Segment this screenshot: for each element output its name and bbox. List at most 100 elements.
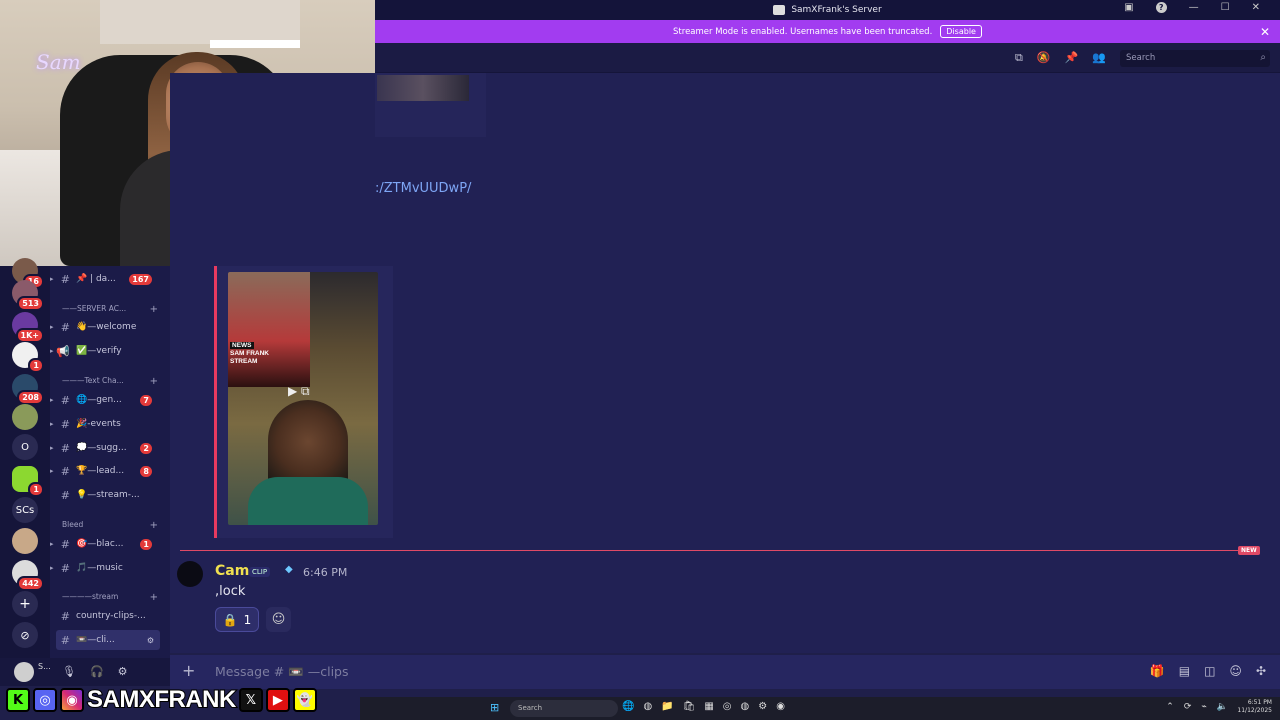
gift-icon[interactable]: 🎁 <box>1150 664 1165 678</box>
help-icon[interactable]: ? <box>1155 2 1167 13</box>
channel-item[interactable]: ▸ 📢 ✅—verify <box>50 341 166 361</box>
channel-item[interactable]: ▸ # 💭—sugg... 2 <box>50 438 166 458</box>
channel-item[interactable]: ▸ # 📌 | da... 167 <box>50 269 166 289</box>
clock-time: 6:51 PM <box>1247 699 1272 706</box>
server-icon-o[interactable]: O <box>12 434 38 460</box>
channel-item[interactable]: ▸ # 👋—welcome <box>50 317 166 337</box>
close-icon[interactable]: ✕ <box>1260 25 1270 39</box>
video-title-line2: STREAM <box>230 358 258 365</box>
apps-icon[interactable]: ✣ <box>1256 664 1266 678</box>
network-icon[interactable]: ⌁ <box>1201 702 1206 712</box>
server-icon-8[interactable]: 1 <box>12 466 44 497</box>
channel-item[interactable]: ▸ # 🌐—gen... 7 <box>50 390 166 410</box>
obs-icon[interactable]: ◉ <box>776 701 785 712</box>
plus-icon[interactable]: + <box>182 661 195 680</box>
screen-icon[interactable]: ▣ <box>1124 2 1133 13</box>
category-header[interactable]: ————stream + <box>62 592 158 603</box>
server-icon <box>773 5 786 15</box>
server-icon-10[interactable] <box>12 528 38 554</box>
microphone-icon[interactable]: 🎙 <box>62 665 76 678</box>
gear-icon[interactable]: ⚙ <box>118 665 128 678</box>
app-icon[interactable]: ▦ <box>704 701 713 712</box>
minimize-button[interactable]: — <box>1189 2 1199 13</box>
search-input[interactable]: Search ⌕ <box>1120 50 1270 67</box>
mute-bell-icon[interactable]: 🔕 <box>1037 51 1051 65</box>
server-icon-5[interactable]: 208 <box>12 374 44 405</box>
add-reaction-button[interactable]: ☺ <box>266 607 291 632</box>
streamer-message: Streamer Mode is enabled. Usernames have… <box>673 26 933 37</box>
server-list: 16 513 1K+ 1 208 O 1 SCs 442 + ⊘ <box>0 258 50 686</box>
stream-overlay-bar: K ◎ ◉ SAMXFRANK 𝕏 ▶ 👻 <box>0 686 360 714</box>
server-icon-11[interactable]: 442 <box>12 560 44 591</box>
reaction-count: 1 <box>243 612 252 627</box>
kick-icon: K <box>6 688 30 712</box>
chrome-active-icon[interactable]: ◍ <box>741 701 750 712</box>
headphones-icon[interactable]: 🎧 <box>90 665 104 678</box>
members-icon[interactable]: 👥 <box>1092 51 1106 65</box>
store-icon[interactable]: 🛍 <box>683 701 696 712</box>
reaction-lock[interactable]: 🔒 1 <box>215 607 259 632</box>
new-messages-divider <box>180 550 1244 551</box>
windows-taskbar: ⊞ Search 🌐 ◍ 📁 🛍 ▦ ◎ ◍ ⚙ ◉ ⌃ ⟳ ⌁ 🔈 6:51 … <box>360 697 1280 720</box>
channel-item[interactable]: # 💡—stream-... <box>50 485 166 505</box>
message-input[interactable]: Message # 📼 —clips <box>215 664 349 680</box>
chrome-icon[interactable]: ◍ <box>643 701 652 712</box>
clan-tag[interactable]: CLIP <box>249 567 271 577</box>
instagram-icon: ◉ <box>60 688 84 712</box>
close-button[interactable]: ✕ <box>1252 2 1260 13</box>
emoji-icon[interactable]: ☺ <box>1229 664 1242 678</box>
channel-item[interactable]: # country-clips-... <box>50 606 166 626</box>
discord-taskbar-icon[interactable]: ◎ <box>723 701 732 712</box>
start-icon[interactable]: ⊞ <box>490 701 499 714</box>
avatar[interactable] <box>177 561 203 587</box>
channel-item[interactable]: ▸ # 🎯—blac... 1 <box>50 534 166 554</box>
streamer-mode-banner: Streamer Mode is enabled. Usernames have… <box>375 20 1280 43</box>
lock-icon: 🔒 <box>222 612 238 627</box>
server-icon-6[interactable] <box>12 404 38 430</box>
tray-chevron-icon[interactable]: ⌃ <box>1166 702 1174 712</box>
edge-icon[interactable]: 🌐 <box>622 701 634 712</box>
server-icon-scs[interactable]: SCs <box>12 497 38 523</box>
server-icon-4[interactable]: 1 <box>12 342 44 373</box>
channel-item-active[interactable]: # 📼—cli... ⚙ <box>56 630 160 650</box>
window-titlebar: SamXFrank's Server ▣ ? — ☐ ✕ <box>375 0 1280 20</box>
clock[interactable]: 6:51 PM 11/12/2025 <box>1237 699 1272 715</box>
channel-item[interactable]: ▸ # 🎵—music <box>50 558 166 578</box>
taskbar-search[interactable]: Search <box>510 700 618 717</box>
message-composer[interactable]: + Message # 📼 —clips 🎁 ▤ ◫ ☺ ✣ <box>170 655 1280 689</box>
explore-icon[interactable]: ⊘ <box>12 622 38 648</box>
gif-icon[interactable]: ▤ <box>1179 664 1190 678</box>
channel-item[interactable]: ▸ # 🏆—lead... 8 <box>50 461 166 481</box>
disable-button[interactable]: Disable <box>940 25 982 38</box>
channel-list: ▸ # 📌 | da... 167 ——SERVER AC... + ▸ # 👋—welco… <box>50 266 170 658</box>
video-title-line1: SAM FRANK <box>230 350 269 357</box>
threads-icon[interactable]: ⧉ <box>1015 51 1023 65</box>
maximize-button[interactable]: ☐ <box>1221 2 1230 13</box>
overlay-username: SAMXFRANK <box>86 686 237 713</box>
server-icon-2[interactable]: 513 <box>12 280 44 311</box>
server-icon-3[interactable]: 1K+ <box>12 312 44 343</box>
volume-icon[interactable]: 🔈 <box>1217 702 1228 712</box>
username: S... <box>38 662 51 671</box>
folder-icon[interactable]: 📁 <box>661 701 673 712</box>
user-panel: S... 🎙 🎧 ⚙ <box>0 658 170 686</box>
add-server-button[interactable]: + <box>12 591 38 617</box>
category-header[interactable]: Bleed + <box>62 520 158 531</box>
channel-settings-icon[interactable]: ⚙ <box>147 636 154 645</box>
category-header[interactable]: ———Text Cha... + <box>62 376 158 387</box>
message-author[interactable]: Cam <box>215 563 249 579</box>
tray-app-icon[interactable]: ⟳ <box>1184 702 1192 712</box>
play-icon[interactable]: ▶ ⧉ <box>288 384 310 399</box>
settings-icon[interactable]: ⚙ <box>758 701 767 712</box>
user-avatar[interactable] <box>14 662 34 682</box>
message-link[interactable]: :/ZTMvUUDwP/ <box>375 181 471 196</box>
x-icon: 𝕏 <box>238 688 263 712</box>
video-thumbnail[interactable]: NEWS SAM FRANK STREAM ▶ ⧉ <box>228 272 378 525</box>
pin-icon[interactable]: 📌 <box>1065 51 1079 65</box>
channel-item[interactable]: ▸ # 🎉-events <box>50 414 166 434</box>
sticker-icon[interactable]: ◫ <box>1204 664 1215 678</box>
embed-image[interactable] <box>377 75 469 101</box>
category-header[interactable]: ——SERVER AC... + <box>62 304 158 315</box>
new-badge: NEW <box>1238 546 1260 555</box>
window-title: SamXFrank's Server <box>791 5 882 15</box>
